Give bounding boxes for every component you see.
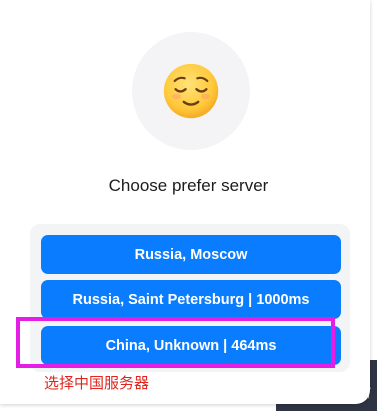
relieved-face-icon [163,63,219,119]
server-button-china-unknown[interactable]: China, Unknown | 464ms [41,326,341,365]
annotation-caption: 选择中国服务器 [44,374,150,392]
emoji-avatar-circle [132,32,250,150]
screen: ⌠ [0,0,377,411]
server-button-russia-moscow[interactable]: Russia, Moscow [41,235,341,274]
dialog-title: Choose prefer server [108,176,269,195]
server-select-dialog: Choose prefer server Russia, Moscow Russ… [0,0,370,404]
server-button-russia-saint-petersburg[interactable]: Russia, Saint Petersburg | 1000ms [41,280,341,319]
